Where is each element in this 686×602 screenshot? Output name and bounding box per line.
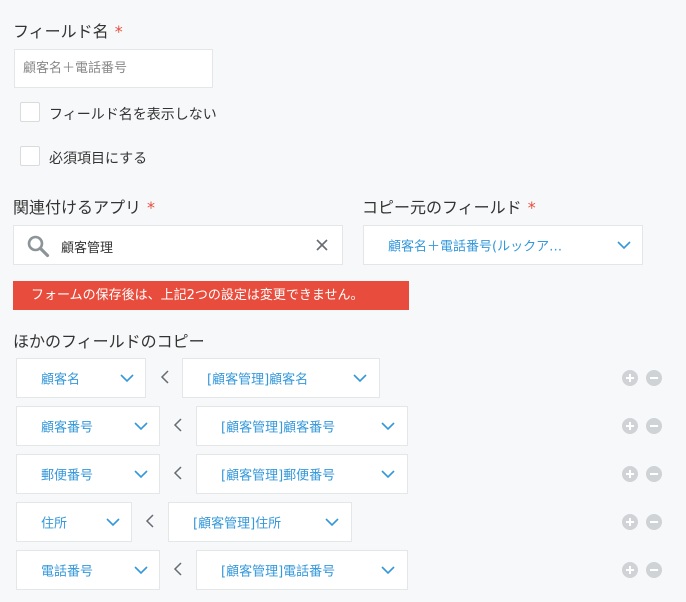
required-mark: *: [114, 22, 123, 41]
src-field-value: [顧客管理]顧客番号: [221, 420, 336, 436]
dest-field-value: 顧客名: [41, 372, 81, 388]
chevron-left-icon: [160, 370, 169, 384]
src-field-value: [顧客管理]顧客名: [207, 372, 309, 388]
copy-source-select[interactable]: 顧客名＋電話番号(ルックア…: [363, 225, 643, 265]
dest-field-value: 住所: [41, 516, 68, 532]
field-name-input[interactable]: [14, 49, 213, 88]
minus-icon: [650, 473, 658, 475]
required-mark: *: [147, 198, 156, 217]
chevron-down-icon: [134, 566, 148, 575]
related-app-label: 関連付けるアプリ *: [13, 198, 156, 217]
related-app-search[interactable]: 顧客管理: [13, 225, 343, 265]
remove-row-button[interactable]: [646, 562, 662, 578]
required-checkbox[interactable]: [20, 146, 40, 166]
add-row-button[interactable]: [622, 370, 638, 386]
plus-icon: [626, 470, 634, 478]
required-label: 必須項目にする: [49, 151, 148, 167]
required-mark: *: [527, 198, 536, 217]
src-field-select[interactable]: [顧客管理]住所: [168, 502, 352, 542]
add-row-button[interactable]: [622, 466, 638, 482]
error-message: フォームの保存後は、上記2つの設定は変更できません。: [13, 281, 409, 310]
plus-icon: [626, 566, 634, 574]
src-field-select[interactable]: [顧客管理]顧客名: [182, 358, 380, 398]
src-field-value: [顧客管理]電話番号: [221, 564, 336, 580]
dest-field-value: 顧客番号: [41, 420, 94, 436]
chevron-down-icon: [134, 470, 148, 479]
dest-field-select[interactable]: 顧客名: [16, 358, 146, 398]
field-name-label: フィールド名 *: [13, 22, 123, 41]
chevron-left-icon: [173, 466, 182, 480]
minus-icon: [650, 521, 658, 523]
add-row-button[interactable]: [622, 418, 638, 434]
chevron-down-icon: [353, 374, 367, 383]
src-field-select[interactable]: [顧客管理]電話番号: [196, 550, 408, 590]
src-field-value: [顧客管理]郵便番号: [221, 468, 336, 484]
dest-field-select[interactable]: 住所: [16, 502, 132, 542]
copy-source-value: 顧客名＋電話番号(ルックア…: [388, 239, 563, 255]
chevron-left-icon: [173, 562, 182, 576]
hide-field-name-label: フィールド名を表示しない: [49, 107, 217, 123]
remove-row-button[interactable]: [646, 514, 662, 530]
remove-row-button[interactable]: [646, 418, 662, 434]
plus-icon: [626, 374, 634, 382]
chevron-down-icon: [381, 470, 395, 479]
add-row-button[interactable]: [622, 514, 638, 530]
chevron-down-icon: [381, 422, 395, 431]
chevron-down-icon: [134, 422, 148, 431]
dest-field-select[interactable]: 顧客番号: [16, 406, 160, 446]
src-field-select[interactable]: [顧客管理]郵便番号: [196, 454, 408, 494]
chevron-left-icon: [145, 514, 154, 528]
remove-row-button[interactable]: [646, 370, 662, 386]
other-copy-label: ほかのフィールドのコピー: [13, 332, 205, 351]
plus-icon: [626, 422, 634, 430]
add-row-button[interactable]: [622, 562, 638, 578]
chevron-down-icon: [106, 518, 120, 527]
chevron-down-icon: [617, 241, 631, 250]
related-app-value: 顧客管理: [61, 241, 114, 256]
minus-icon: [650, 569, 658, 571]
src-field-select[interactable]: [顧客管理]顧客番号: [196, 406, 408, 446]
hide-field-name-checkbox[interactable]: [20, 102, 40, 122]
chevron-down-icon: [325, 518, 339, 527]
src-field-value: [顧客管理]住所: [193, 516, 282, 532]
dest-field-select[interactable]: 郵便番号: [16, 454, 160, 494]
chevron-down-icon: [120, 374, 134, 383]
copy-source-label: コピー元のフィールド *: [362, 198, 536, 217]
minus-icon: [650, 377, 658, 379]
plus-icon: [626, 518, 634, 526]
chevron-down-icon: [381, 566, 395, 575]
dest-field-value: 郵便番号: [41, 468, 94, 484]
search-icon: [27, 235, 50, 258]
dest-field-value: 電話番号: [41, 564, 94, 580]
close-icon[interactable]: [314, 237, 330, 253]
dest-field-select[interactable]: 電話番号: [16, 550, 160, 590]
minus-icon: [650, 425, 658, 427]
remove-row-button[interactable]: [646, 466, 662, 482]
chevron-left-icon: [173, 418, 182, 432]
